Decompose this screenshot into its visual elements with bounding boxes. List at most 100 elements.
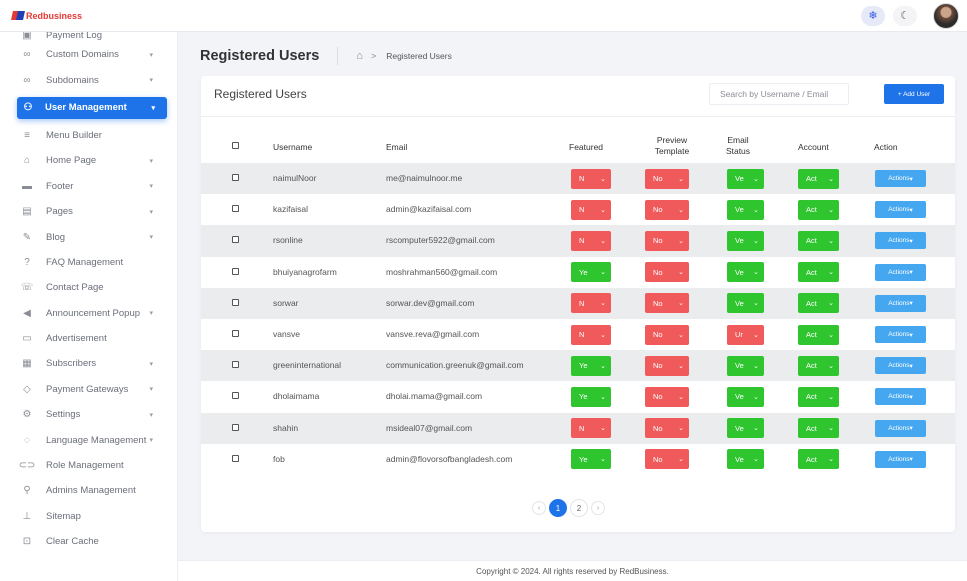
email-status-select[interactable]: Ve ⌄: [727, 168, 764, 189]
account-select[interactable]: Act ⌄: [798, 168, 839, 189]
account-select[interactable]: Act ⌄: [798, 324, 839, 345]
sidebar-item-blog[interactable]: ✎ Blog ▾: [0, 224, 177, 249]
featured-select[interactable]: Ye ⌄: [571, 386, 611, 407]
avatar[interactable]: [933, 2, 959, 29]
actions-button[interactable]: Actions ▾: [875, 170, 926, 187]
row-checkbox[interactable]: [232, 392, 239, 400]
sidebar-item-payment-gateways[interactable]: ◇ Payment Gateways ▾: [0, 377, 177, 402]
select-all-checkbox[interactable]: [232, 142, 239, 149]
dark-mode-icon[interactable]: ☾: [893, 5, 917, 26]
preview-template-select[interactable]: No ⌄: [645, 418, 689, 439]
preview-template-select[interactable]: No ⌄: [645, 199, 689, 220]
featured-select[interactable]: N ⌄: [571, 324, 611, 345]
sidebar-item-advertisement[interactable]: ▭ Advertisement: [0, 326, 177, 351]
email-status-select[interactable]: Ve ⌄: [727, 449, 764, 470]
account-select[interactable]: Act ⌄: [798, 199, 839, 220]
account-select[interactable]: Act ⌄: [798, 293, 839, 314]
account-select[interactable]: Act ⌄: [798, 262, 839, 283]
account-select-value: Act: [806, 392, 817, 402]
preview-template-select[interactable]: No ⌄: [645, 293, 689, 314]
email-status-select[interactable]: Ur ⌄: [727, 324, 764, 345]
sidebar-item-menu-builder[interactable]: ≡ Menu Builder: [0, 123, 177, 148]
light-mode-icon[interactable]: ❄: [861, 5, 885, 26]
featured-select[interactable]: Ye ⌄: [571, 355, 611, 376]
email-status-select[interactable]: Ve ⌄: [727, 293, 764, 314]
actions-label: Actions: [888, 299, 910, 307]
actions-button[interactable]: Actions ▾: [875, 450, 926, 468]
preview-template-select[interactable]: No ⌄: [645, 324, 689, 345]
sidebar-item-role-management[interactable]: ⊂⊃ Role Management: [0, 453, 177, 478]
row-checkbox[interactable]: [232, 174, 239, 181]
featured-select[interactable]: Ye ⌄: [571, 262, 611, 283]
account-select[interactable]: Act ⌄: [798, 386, 839, 407]
featured-select[interactable]: N ⌄: [571, 230, 611, 251]
sidebar-item-subdomains[interactable]: ∞ Subdomains ▾: [0, 67, 177, 92]
featured-select[interactable]: Ye ⌄: [571, 449, 611, 470]
actions-button[interactable]: Actions ▾: [875, 201, 926, 219]
actions-button[interactable]: Actions ▾: [875, 419, 926, 437]
preview-template-select-value: No: [653, 330, 663, 339]
search-input[interactable]: [709, 83, 849, 105]
sidebar-item-settings[interactable]: ⚙ Settings ▾: [0, 402, 177, 427]
actions-button[interactable]: Actions ▾: [875, 294, 926, 312]
page-button-1[interactable]: 1: [549, 499, 567, 517]
email-status-select[interactable]: Ve ⌄: [727, 199, 764, 220]
sidebar-item-custom-domains[interactable]: ∞ Custom Domains ▾: [0, 42, 177, 67]
sidebar-item-admins-management[interactable]: ⚲ Admins Management: [0, 478, 177, 503]
sidebar-item-footer[interactable]: ▬ Footer ▾: [0, 174, 177, 199]
preview-template-select[interactable]: No ⌄: [645, 262, 689, 283]
sidebar-item-clear-cache[interactable]: ⊡ Clear Cache: [0, 529, 177, 554]
actions-button[interactable]: Actions ▾: [875, 388, 926, 406]
featured-select[interactable]: N ⌄: [571, 418, 611, 439]
preview-template-select-value: No: [653, 236, 663, 246]
add-user-button[interactable]: + Add User: [884, 84, 944, 104]
page-button-2[interactable]: 2: [570, 499, 588, 517]
home-icon[interactable]: ⌂: [356, 50, 363, 62]
sidebar-item-faq-management[interactable]: ? FAQ Management: [0, 250, 177, 275]
row-checkbox[interactable]: [232, 454, 239, 462]
actions-button[interactable]: Actions ▾: [875, 263, 926, 281]
sidebar-item-sitemap[interactable]: ⊥ Sitemap: [0, 504, 177, 529]
featured-select[interactable]: N ⌄: [571, 293, 611, 314]
prev-page-button[interactable]: ‹: [532, 501, 546, 515]
account-select[interactable]: Act ⌄: [798, 449, 839, 470]
sidebar-item-user-management[interactable]: ⚇ User Management ▾: [17, 96, 167, 119]
account-select[interactable]: Act ⌄: [798, 418, 839, 439]
row-checkbox[interactable]: [232, 423, 239, 431]
row-checkbox[interactable]: [232, 330, 239, 337]
row-checkbox[interactable]: [232, 267, 239, 275]
row-checkbox[interactable]: [232, 236, 239, 244]
next-page-button[interactable]: ›: [591, 501, 605, 515]
preview-template-select[interactable]: No ⌄: [645, 230, 689, 251]
email-status-select[interactable]: Ve ⌄: [727, 386, 764, 407]
preview-template-select[interactable]: No ⌄: [645, 386, 689, 407]
table-row: kazifaisal admin@kazifaisal.com N ⌄ No ⌄ Ve ⌄ Ac…: [201, 194, 955, 225]
email-status-select[interactable]: Ve ⌄: [727, 262, 764, 283]
email-status-select[interactable]: Ve ⌄: [727, 230, 764, 251]
sidebar-item-contact-page[interactable]: ☏ Contact Page: [0, 275, 177, 300]
sidebar-item-home-page[interactable]: ⌂ Home Page ▾: [0, 148, 177, 173]
chevron-down-icon: ⌄: [753, 425, 759, 433]
email-status-select[interactable]: Ve ⌄: [727, 418, 764, 439]
row-checkbox[interactable]: [232, 298, 239, 306]
brand-logo[interactable]: Redbusiness: [12, 11, 82, 21]
sidebar-item-language-management[interactable]: ◌ Language Management ▾: [0, 427, 177, 452]
actions-button[interactable]: Actions ▾: [875, 326, 926, 343]
actions-button[interactable]: Actions ▾: [875, 232, 926, 250]
sidebar-item-subscribers[interactable]: ▦ Subscribers ▾: [0, 351, 177, 376]
sidebar-item-announcement-popup[interactable]: ◀ Announcement Popup ▾: [0, 301, 177, 326]
preview-template-select[interactable]: No ⌄: [645, 449, 689, 470]
row-checkbox[interactable]: [232, 205, 239, 213]
preview-template-select[interactable]: No ⌄: [645, 168, 689, 189]
account-select[interactable]: Act ⌄: [798, 230, 839, 251]
actions-button[interactable]: Actions ▾: [875, 357, 926, 375]
featured-select[interactable]: N ⌄: [571, 199, 611, 220]
sidebar-item-pages[interactable]: ▤ Pages ▾: [0, 199, 177, 224]
featured-select[interactable]: N ⌄: [571, 168, 611, 189]
row-checkbox[interactable]: [232, 361, 239, 369]
email-status-select[interactable]: Ve ⌄: [727, 355, 764, 376]
chevron-down-icon: ⌄: [678, 237, 684, 245]
preview-template-select[interactable]: No ⌄: [645, 355, 689, 376]
account-select[interactable]: Act ⌄: [798, 355, 839, 376]
sidebar-item-payment-log[interactable]: ▣ Payment Log: [0, 32, 177, 42]
